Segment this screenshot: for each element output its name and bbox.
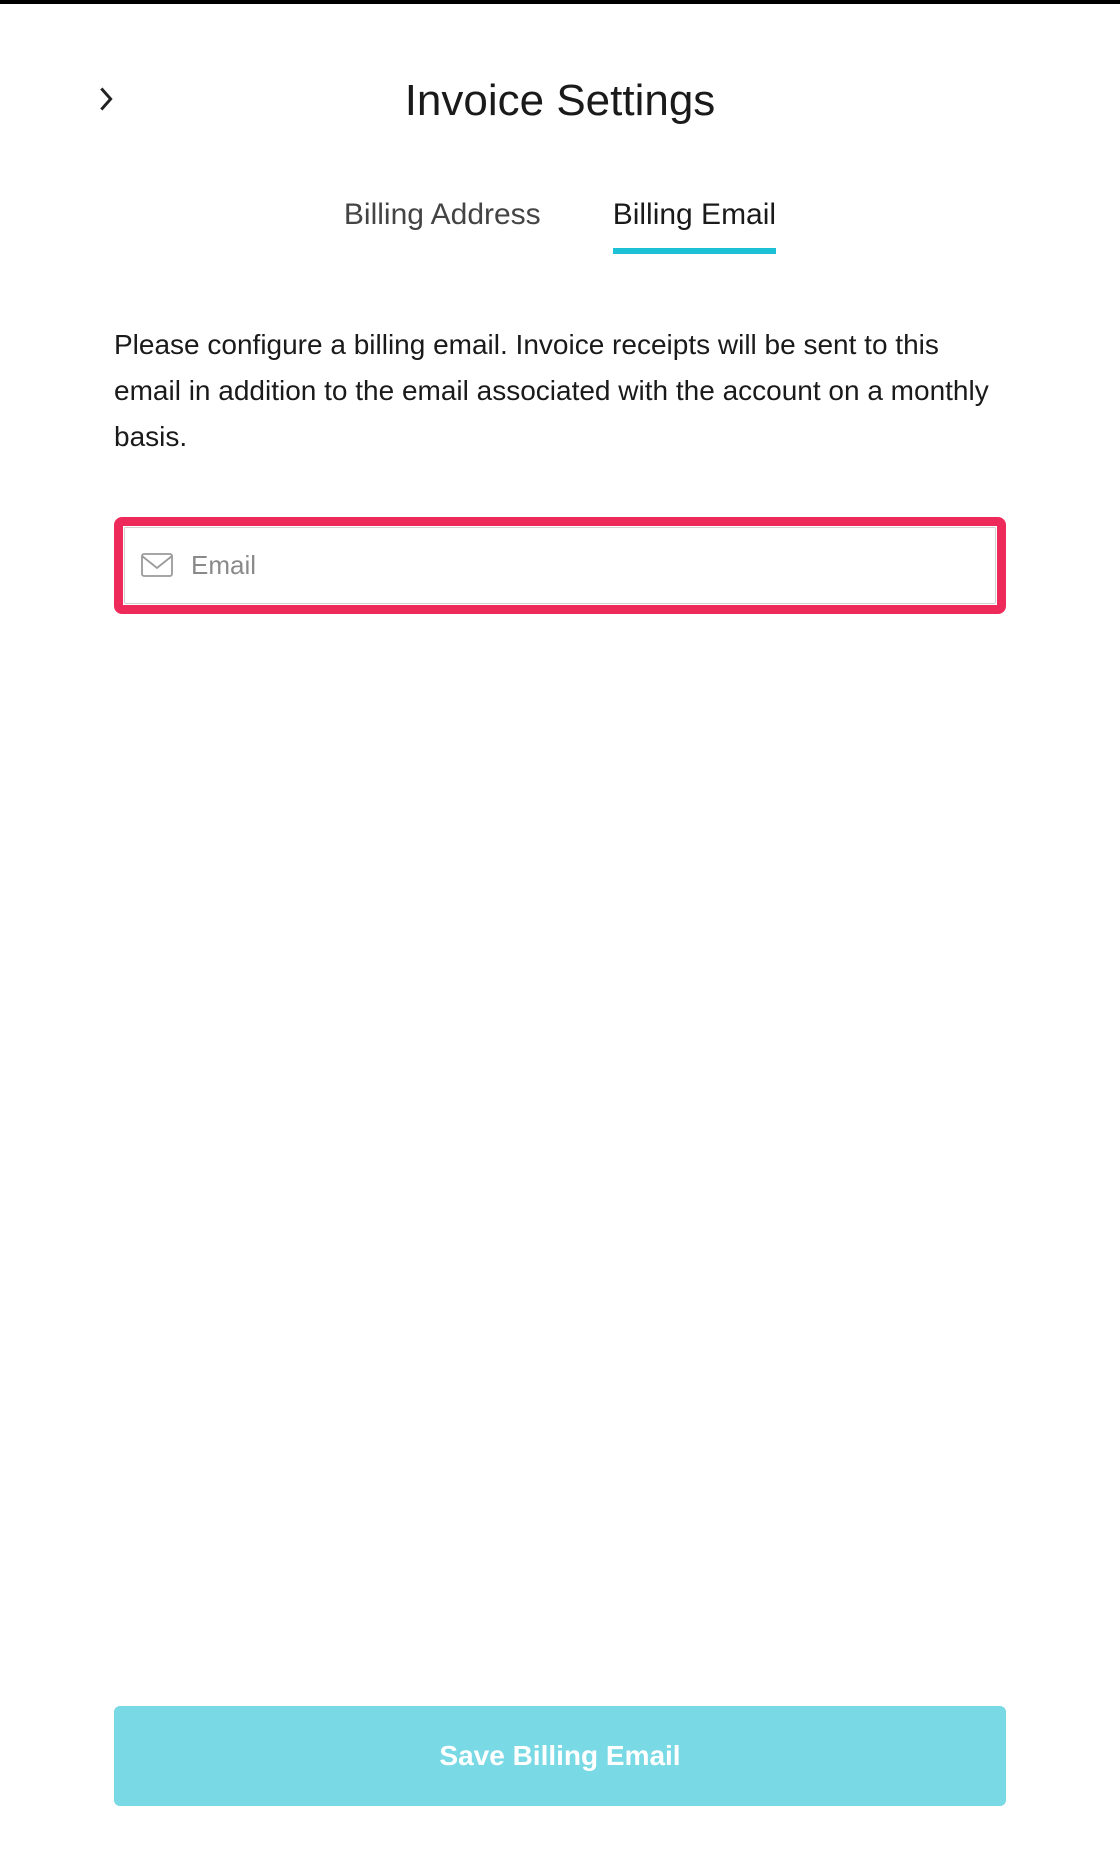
save-billing-email-button[interactable]: Save Billing Email <box>114 1706 1006 1806</box>
mail-icon <box>141 553 173 577</box>
email-input[interactable] <box>191 550 979 581</box>
spacer <box>114 654 1006 1706</box>
content: Please configure a billing email. Invoic… <box>40 322 1080 1836</box>
page-title: Invoice Settings <box>405 76 716 126</box>
email-field-highlight <box>114 517 1006 614</box>
tab-billing-email[interactable]: Billing Email <box>613 198 776 252</box>
back-button[interactable] <box>94 89 118 113</box>
tabs: Billing Address Billing Email <box>40 198 1080 252</box>
tab-billing-address[interactable]: Billing Address <box>344 198 541 252</box>
chevron-right-icon <box>97 85 115 118</box>
description-text: Please configure a billing email. Invoic… <box>114 322 1006 461</box>
email-field[interactable] <box>124 527 996 604</box>
header: Invoice Settings <box>40 76 1080 126</box>
